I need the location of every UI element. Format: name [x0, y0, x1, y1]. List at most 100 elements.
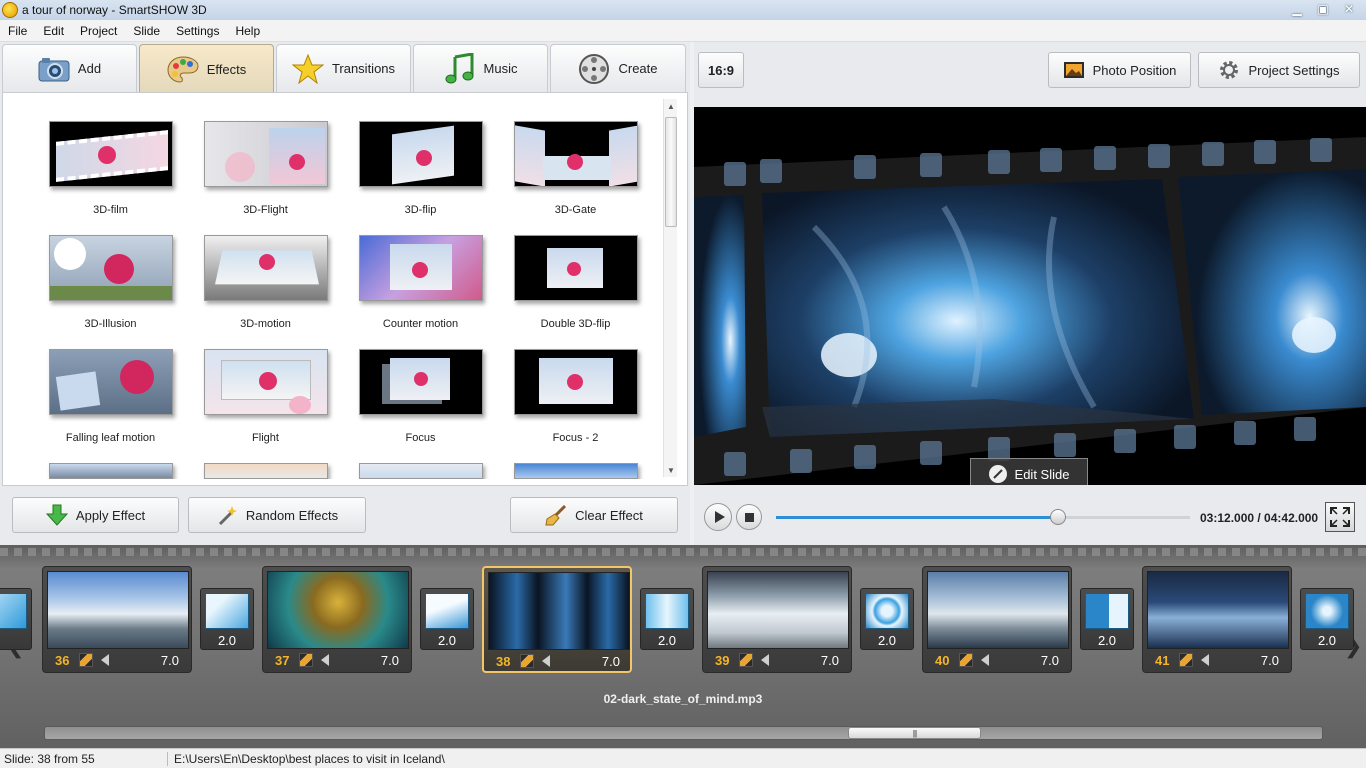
tab-transitions-label: Transitions — [331, 61, 396, 76]
slide-number: 38 — [496, 653, 511, 669]
scrollbar-thumb[interactable] — [665, 117, 677, 227]
effect-3d-film[interactable]: 3D-film — [33, 121, 188, 235]
transition-item[interactable]: 2.0 — [860, 588, 914, 650]
effect-3d-motion[interactable]: 3D-motion — [188, 235, 343, 349]
app-icon — [2, 2, 18, 18]
project-path: E:\Users\En\Desktop\best places to visit… — [174, 751, 445, 766]
transition-icon — [425, 593, 469, 629]
transition-duration[interactable]: 2.0 — [421, 633, 473, 648]
effect-partial[interactable] — [343, 463, 498, 479]
stop-button[interactable] — [736, 504, 762, 530]
transition-item[interactable]: 2.0 — [200, 588, 254, 650]
maximize-icon[interactable]: ▣ — [1310, 0, 1336, 18]
edit-pencil-icon[interactable] — [299, 653, 313, 667]
transition-duration[interactable]: 2.0 — [1081, 633, 1133, 648]
timeline-scrollbar[interactable]: |||| — [44, 726, 1323, 740]
edit-pencil-icon[interactable] — [520, 654, 534, 668]
music-track-label[interactable]: 02-dark_state_of_mind.mp3 — [0, 692, 1366, 706]
transition-icon — [205, 593, 249, 629]
project-settings-button[interactable]: Project Settings — [1198, 52, 1360, 88]
effect-falling-leaf-motion[interactable]: Falling leaf motion — [33, 349, 188, 463]
tab-effects-label: Effects — [206, 62, 247, 77]
tab-transitions[interactable]: Transitions — [276, 44, 411, 92]
menu-slide[interactable]: Slide — [125, 24, 168, 38]
tab-effects[interactable]: Effects — [139, 44, 274, 94]
edit-pencil-icon[interactable] — [739, 653, 753, 667]
transition-duration[interactable]: 2.0 — [1301, 633, 1353, 648]
slide-item-selected[interactable]: 38 7.0 — [482, 566, 632, 673]
speaker-icon[interactable] — [761, 654, 769, 666]
menu-help[interactable]: Help — [227, 24, 268, 38]
transition-item[interactable] — [0, 588, 32, 650]
scroll-up-icon[interactable]: ▲ — [664, 99, 678, 113]
slide-duration[interactable]: 7.0 — [161, 653, 179, 668]
slide-duration[interactable]: 7.0 — [602, 654, 620, 669]
effect-thumbnail — [203, 235, 328, 301]
effects-scrollbar[interactable]: ▲ ▼ — [663, 99, 677, 477]
menu-edit[interactable]: Edit — [35, 24, 72, 38]
apply-effect-button[interactable]: Apply Effect — [12, 497, 179, 533]
menu-project[interactable]: Project — [72, 24, 125, 38]
seek-knob[interactable] — [1049, 509, 1066, 525]
clear-effect-button[interactable]: Clear Effect — [510, 497, 678, 533]
edit-pencil-icon[interactable] — [959, 653, 973, 667]
tab-music-label: Music — [483, 61, 518, 76]
effect-counter-motion[interactable]: Counter motion — [343, 235, 498, 349]
transition-item[interactable]: 2.0 — [1300, 588, 1354, 650]
close-icon[interactable]: ✕ — [1336, 0, 1362, 18]
effect-partial[interactable] — [498, 463, 653, 479]
transition-item[interactable]: 2.0 — [640, 588, 694, 650]
slide-duration[interactable]: 7.0 — [1261, 653, 1279, 668]
slide-item[interactable]: 40 7.0 — [922, 566, 1072, 673]
effect-partial[interactable] — [33, 463, 188, 479]
effect-partial[interactable] — [188, 463, 343, 479]
random-effects-button[interactable]: Random Effects — [188, 497, 366, 533]
slide-item[interactable]: 39 7.0 — [702, 566, 852, 673]
speaker-icon[interactable] — [1201, 654, 1209, 666]
speaker-icon[interactable] — [981, 654, 989, 666]
slide-duration[interactable]: 7.0 — [381, 653, 399, 668]
slide-item[interactable]: 36 7.0 — [42, 566, 192, 673]
transition-duration[interactable]: 2.0 — [641, 633, 693, 648]
transition-duration[interactable]: 2.0 — [861, 633, 913, 648]
effect-focus[interactable]: Focus — [343, 349, 498, 463]
timeline-scrollbar-thumb[interactable]: |||| — [848, 727, 981, 739]
transition-item[interactable]: 2.0 — [420, 588, 474, 650]
tab-music[interactable]: Music — [413, 44, 548, 92]
slide-item[interactable]: 41 7.0 — [1142, 566, 1292, 673]
speaker-icon[interactable] — [542, 655, 550, 667]
menu-settings[interactable]: Settings — [168, 24, 227, 38]
tab-create[interactable]: Create — [550, 44, 686, 92]
transition-duration[interactable]: 2.0 — [201, 633, 253, 648]
effect-3d-flight[interactable]: 3D-Flight — [188, 121, 343, 235]
speaker-icon[interactable] — [321, 654, 329, 666]
play-button[interactable] — [704, 503, 732, 531]
effect-3d-illusion[interactable]: 3D-Illusion — [33, 235, 188, 349]
menu-file[interactable]: File — [0, 24, 35, 38]
effect-3d-flip[interactable]: 3D-flip — [343, 121, 498, 235]
effect-label: Double 3D-flip — [540, 318, 611, 330]
minimize-icon[interactable]: ▁ — [1284, 0, 1310, 18]
seek-bar[interactable] — [776, 509, 1190, 525]
slide-duration[interactable]: 7.0 — [1041, 653, 1059, 668]
effect-double-3d-flip[interactable]: Double 3D-flip — [498, 235, 653, 349]
effect-thumbnail — [203, 121, 328, 187]
scroll-down-icon[interactable]: ▼ — [664, 463, 678, 477]
play-icon — [714, 511, 725, 523]
effect-3d-gate[interactable]: 3D-Gate — [498, 121, 653, 235]
speaker-icon[interactable] — [101, 654, 109, 666]
fullscreen-button[interactable] — [1325, 502, 1355, 532]
effect-focus-2[interactable]: Focus - 2 — [498, 349, 653, 463]
slide-item[interactable]: 37 7.0 — [262, 566, 412, 673]
photo-position-button[interactable]: Photo Position — [1048, 52, 1191, 88]
effects-row-partial — [33, 463, 653, 479]
tab-add[interactable]: Add — [2, 44, 137, 92]
edit-pencil-icon[interactable] — [1179, 653, 1193, 667]
aspect-ratio-button[interactable]: 16:9 — [698, 52, 744, 88]
slide-duration[interactable]: 7.0 — [821, 653, 839, 668]
edit-slide-button[interactable]: Edit Slide — [970, 458, 1088, 485]
edit-pencil-icon[interactable] — [79, 653, 93, 667]
effect-actions: Apply Effect Random Effects Clear Effect — [0, 497, 690, 535]
effect-flight[interactable]: Flight — [188, 349, 343, 463]
transition-item[interactable]: 2.0 — [1080, 588, 1134, 650]
